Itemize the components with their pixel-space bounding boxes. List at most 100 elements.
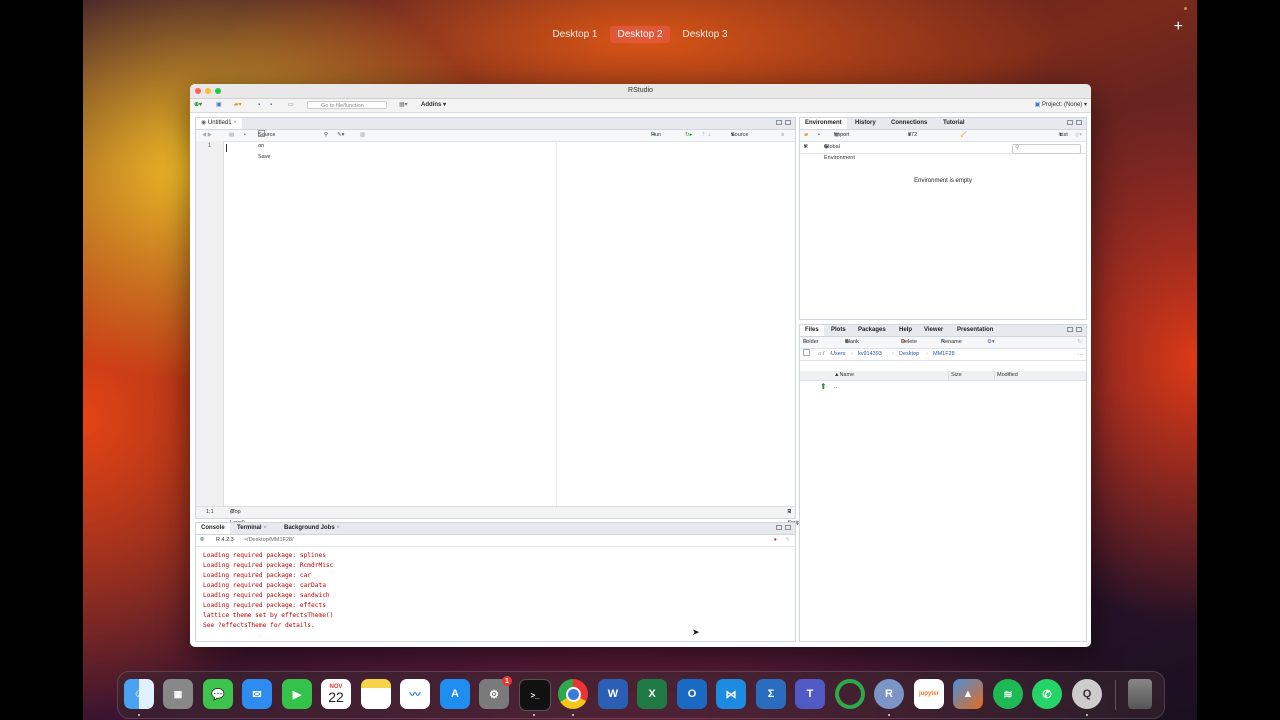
column-modified[interactable]: Modified	[994, 371, 1018, 380]
search-icon[interactable]: ⚲	[324, 130, 328, 141]
outlook-icon[interactable]: O	[677, 679, 707, 709]
tab-connections[interactable]: Connections	[886, 118, 932, 129]
new-blank-file-button[interactable]: ⊕ Blank File ▾	[845, 337, 859, 356]
tab-terminal[interactable]: Terminal ×	[232, 523, 272, 534]
terminal-icon[interactable]: >_	[519, 679, 551, 711]
minimize-pane-icon[interactable]	[1067, 327, 1073, 332]
refresh-icon[interactable]: ◎▾	[1074, 130, 1082, 141]
tab-help[interactable]: Help	[894, 325, 917, 336]
view-mode-selector[interactable]: ≡ List ▾	[1059, 130, 1068, 141]
mail-icon[interactable]: ✉	[242, 679, 272, 709]
import-dataset-button[interactable]: ▦ Import Dataset ▾	[834, 130, 853, 149]
finder-icon[interactable]: ☺	[124, 679, 154, 709]
new-file-icon[interactable]: ⊕▾	[194, 101, 202, 110]
tab-background-jobs[interactable]: Background Jobs ×	[279, 523, 345, 534]
minimize-pane-icon[interactable]	[1067, 120, 1073, 125]
save-workspace-icon[interactable]: ▪	[818, 130, 820, 141]
save-icon[interactable]: ▪	[258, 101, 260, 110]
messages-icon[interactable]: 💬	[203, 679, 233, 709]
minimize-button[interactable]	[205, 88, 211, 94]
chrome-icon[interactable]	[558, 679, 588, 709]
r-icon[interactable]: R	[874, 679, 904, 709]
table-row[interactable]: ⬆ ..	[800, 381, 1086, 392]
maximize-pane-icon[interactable]	[1076, 120, 1082, 125]
tab-presentation[interactable]: Presentation	[952, 325, 998, 336]
goto-file-input[interactable]: Go to file/function	[307, 101, 387, 109]
save-all-icon[interactable]: ▪	[270, 101, 272, 110]
calendar-icon[interactable]: NOV 22	[321, 679, 351, 709]
stop-icon[interactable]: ●	[774, 535, 777, 546]
quicktime-icon[interactable]: Q	[1072, 679, 1102, 709]
checkbox[interactable]	[803, 349, 810, 356]
wand-icon[interactable]: ✎▾	[337, 130, 344, 141]
grid-icon[interactable]: ▦▾	[399, 101, 408, 110]
desktop-tab-3[interactable]: Desktop 3	[676, 26, 735, 43]
notes-icon[interactable]	[361, 679, 391, 709]
tab-files[interactable]: Files	[800, 325, 824, 336]
sigma-icon[interactable]: Σ	[756, 679, 786, 709]
tab-console[interactable]: Console	[196, 523, 230, 534]
facetime-icon[interactable]: ▶	[282, 679, 312, 709]
scope-selector[interactable]: (Top Level) ⇕	[230, 507, 245, 526]
desktop-tab-1[interactable]: Desktop 1	[545, 26, 604, 43]
show-in-window-icon[interactable]: ▤	[229, 130, 234, 141]
close-button[interactable]	[195, 88, 201, 94]
tab-viewer[interactable]: Viewer	[919, 325, 948, 336]
tab-packages[interactable]: Packages	[853, 325, 891, 336]
language-selector[interactable]: R ▾	[804, 142, 808, 153]
breadcrumb-desktop[interactable]: Desktop	[899, 349, 919, 360]
source-button[interactable]: → Source ▾	[731, 130, 748, 141]
breadcrumb-users[interactable]: Users	[831, 349, 845, 360]
open-file-icon[interactable]: ▰▾	[234, 101, 242, 110]
minimize-pane-icon[interactable]	[776, 120, 782, 125]
back-icon[interactable]: ◀ ▶	[202, 130, 212, 141]
column-size[interactable]: Size	[948, 371, 962, 380]
load-workspace-icon[interactable]: ▰	[804, 130, 808, 141]
rerun-icon[interactable]: ↻▸	[685, 130, 692, 141]
zoom-button[interactable]	[215, 88, 221, 94]
excel-icon[interactable]: X	[637, 679, 667, 709]
code-editor[interactable]	[224, 141, 795, 507]
word-icon[interactable]: W	[598, 679, 628, 709]
save-file-icon[interactable]: ▪	[244, 130, 246, 141]
parent-dir-link[interactable]: ..	[834, 384, 837, 390]
teams-icon[interactable]: T	[795, 679, 825, 709]
console-path[interactable]: · ~/Desktop/MM1F28/ ⇨	[242, 535, 294, 546]
maximize-pane-icon[interactable]	[1076, 327, 1082, 332]
spotify-icon[interactable]: ≋	[993, 679, 1023, 709]
addins-menu[interactable]: Addins ▾	[421, 101, 446, 110]
menu-lines-icon[interactable]: ≡	[781, 130, 784, 141]
minimize-pane-icon[interactable]	[776, 525, 782, 530]
tab-tutorial[interactable]: Tutorial	[938, 118, 970, 129]
launchpad-icon[interactable]: ▦	[163, 679, 193, 709]
memory-usage[interactable]: ◔ 372 MiB ▾	[908, 130, 917, 149]
new-project-icon[interactable]: ▣	[216, 101, 222, 110]
column-name[interactable]: ▲ Name	[834, 371, 854, 380]
tab-environment[interactable]: Environment	[800, 118, 847, 129]
desktop-tab-2[interactable]: Desktop 2	[610, 26, 670, 43]
close-tab-icon[interactable]: ×	[263, 525, 267, 531]
tab-untitled1[interactable]: ◉ Untitled1 ×	[196, 118, 242, 129]
print-icon[interactable]: ▭	[288, 101, 294, 110]
home-icon[interactable]: ⌂ /	[818, 349, 824, 360]
trash-icon[interactable]	[1128, 679, 1152, 709]
circle-app-icon[interactable]	[835, 679, 865, 709]
jupyter-icon[interactable]: jupyter	[914, 679, 944, 709]
whatsapp-icon[interactable]: ✆	[1032, 679, 1062, 709]
file-type-selector[interactable]: R Script ⇕	[787, 507, 801, 526]
refresh-icon[interactable]: ↻	[1077, 337, 1082, 348]
environment-search-input[interactable]: ⚲	[1012, 144, 1081, 154]
breadcrumb-mm1f28[interactable]: MM1F28	[933, 349, 955, 360]
matlab-icon[interactable]: ▲	[953, 679, 983, 709]
tab-plots[interactable]: Plots	[826, 325, 851, 336]
clear-console-icon[interactable]: ✎	[785, 535, 790, 546]
close-tab-icon[interactable]: ×	[336, 525, 340, 531]
scope-selector[interactable]: ◉ Global Environment ▾	[824, 142, 855, 161]
breadcrumb-user[interactable]: kv914393	[858, 349, 882, 360]
gear-icon[interactable]: ⚙▾	[987, 337, 995, 348]
more-icon[interactable]: …	[1078, 349, 1084, 360]
freeform-icon[interactable]: 〰	[400, 679, 430, 709]
maximize-pane-icon[interactable]	[785, 120, 791, 125]
maximize-pane-icon[interactable]	[785, 525, 791, 530]
navigate-icon[interactable]: ⇡ ⇣	[701, 130, 712, 141]
